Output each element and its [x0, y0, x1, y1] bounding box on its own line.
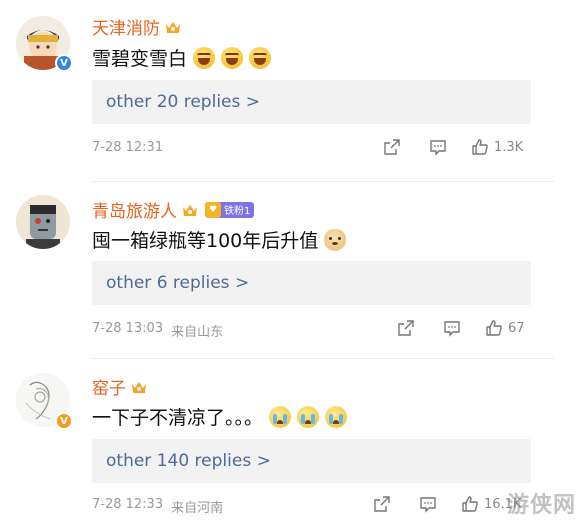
heart-icon: ♥: [205, 201, 221, 218]
divider: [92, 181, 554, 182]
share-icon: [398, 320, 414, 336]
share-icon: [374, 496, 390, 512]
verified-icon: V: [55, 412, 73, 430]
comment-button[interactable]: [414, 494, 442, 514]
more-replies-link[interactable]: other 6 replies >: [92, 261, 531, 305]
name-row: 窑子: [92, 374, 148, 399]
comment-meta: 7-28 13:03 来自山东: [92, 321, 223, 340]
name-row: 天津消防: [92, 14, 182, 39]
cry-emoji-icon: [269, 405, 292, 428]
comment-time: 7-28 12:33: [92, 497, 164, 512]
more-replies-link[interactable]: other 20 replies >: [92, 80, 531, 124]
action-bar: 67: [392, 318, 525, 338]
like-button[interactable]: 67: [484, 318, 525, 338]
share-button[interactable]: [392, 318, 420, 338]
comment-meta: 7-28 12:33 来自河南: [92, 497, 223, 516]
action-bar: 16.1K: [368, 494, 521, 514]
comment-text: 囤一箱绿瓶等100年后升值: [92, 230, 319, 252]
comment-location: 来自山东: [171, 325, 224, 340]
comment-button[interactable]: [424, 137, 452, 157]
comment-text-row: 雪碧变雪白: [92, 44, 272, 71]
crown-icon: [166, 21, 180, 33]
fan-badge: ♥ 铁粉1: [205, 201, 255, 218]
comment-time: 7-28 12:31: [92, 140, 164, 155]
cry-emoji-icon: [297, 405, 320, 428]
comment-location: 来自河南: [171, 501, 224, 516]
username[interactable]: 青岛旅游人: [92, 197, 177, 222]
like-icon: [486, 320, 502, 336]
avatar[interactable]: [16, 195, 70, 249]
like-button[interactable]: 1.3K: [470, 137, 523, 157]
like-count: 67: [508, 320, 525, 336]
laugh-emoji-icon: [249, 46, 272, 69]
doge-emoji-icon: [324, 228, 347, 251]
laugh-emoji-icon: [193, 46, 216, 69]
comment-icon: [430, 140, 446, 156]
crown-icon: [132, 381, 146, 393]
like-icon: [472, 139, 488, 155]
verified-icon: V: [55, 54, 73, 72]
username[interactable]: 窑子: [92, 374, 126, 399]
like-icon: [462, 496, 478, 512]
comment-text-row: 一下子不清凉了。。。: [92, 403, 348, 430]
comment-icon: [444, 321, 460, 337]
share-button[interactable]: [368, 494, 396, 514]
laugh-emoji-icon: [221, 46, 244, 69]
comment-icon: [420, 497, 436, 513]
like-count: 1.3K: [494, 139, 524, 155]
username[interactable]: 天津消防: [92, 14, 160, 39]
divider: [92, 358, 554, 359]
watermark: 游侠网: [506, 493, 576, 518]
name-row: 青岛旅游人 ♥ 铁粉1: [92, 197, 255, 222]
fan-badge-label: 铁粉1: [224, 206, 251, 217]
comment-meta: 7-28 12:31: [92, 140, 163, 155]
crown-icon: [183, 204, 197, 216]
cry-emoji-icon: [325, 405, 348, 428]
share-button[interactable]: [378, 137, 406, 157]
comment-button[interactable]: [438, 318, 466, 338]
comment-text: 一下子不清凉了。。。: [92, 407, 264, 429]
action-bar: 1.3K: [378, 137, 523, 157]
more-replies-link[interactable]: other 140 replies >: [92, 439, 531, 483]
comment-text-row: 囤一箱绿瓶等100年后升值: [92, 226, 347, 253]
comment-text: 雪碧变雪白: [92, 48, 188, 70]
comment-time: 7-28 13:03: [92, 321, 164, 336]
share-icon: [384, 139, 400, 155]
